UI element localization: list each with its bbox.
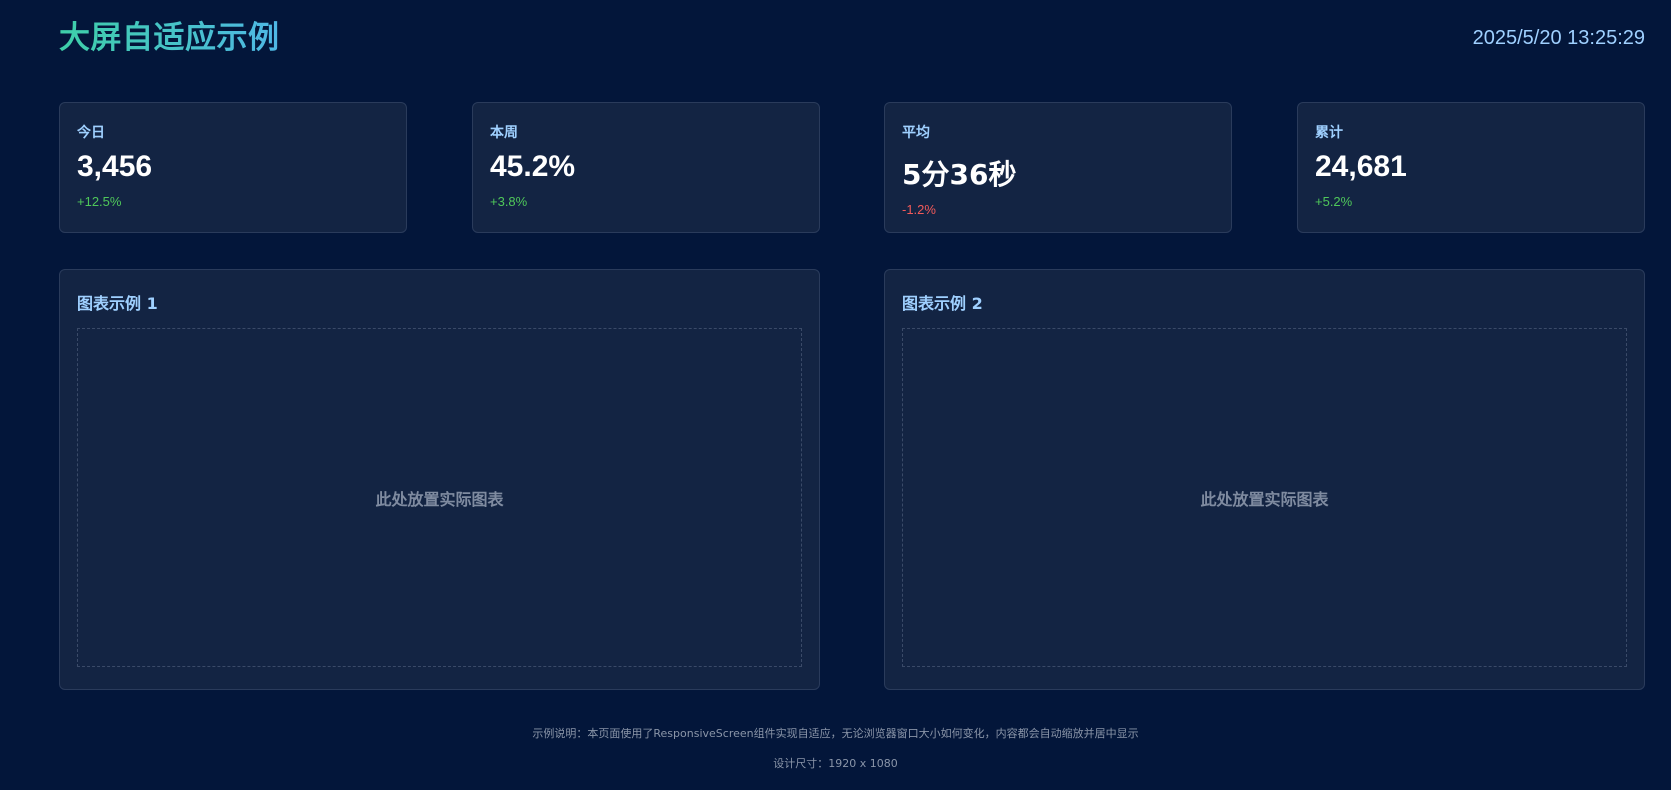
current-datetime: 2025/5/20 13:25:29: [1472, 26, 1645, 49]
stat-card-average: 平均 5分36秒 -1.2%: [884, 102, 1232, 233]
stat-label: 累计: [1315, 125, 1343, 141]
stat-label: 平均: [902, 125, 930, 141]
stat-value: 45.2%: [490, 150, 576, 183]
chart-placeholder-area: 此处放置实际图表: [902, 328, 1627, 667]
chart-panel-2: 图表示例 2 此处放置实际图表: [884, 269, 1645, 690]
page-header: 大屏自适应示例 2025/5/20 13:25:29: [59, 14, 1645, 62]
chart-placeholder-text: 此处放置实际图表: [1200, 489, 1329, 509]
stat-value: 24,681: [1315, 150, 1407, 183]
stat-change: -1.2%: [902, 202, 936, 217]
chart-title: 图表示例 2: [902, 294, 983, 313]
stat-value: 3,456: [77, 150, 153, 183]
stat-value: 5分36秒: [902, 158, 1017, 191]
footer-design-size: 设计尺寸：1920 x 1080: [773, 757, 898, 770]
chart-panel-1: 图表示例 1 此处放置实际图表: [59, 269, 820, 690]
footer-description: 示例说明：本页面使用了ResponsiveScreen组件实现自适应，无论浏览器…: [532, 727, 1139, 740]
stat-label: 本周: [490, 125, 518, 141]
stat-card-total: 累计 24,681 +5.2%: [1297, 102, 1645, 233]
stat-label: 今日: [77, 125, 105, 141]
page-title: 大屏自适应示例: [59, 14, 280, 62]
stat-change: +5.2%: [1315, 194, 1353, 209]
stat-change: +3.8%: [490, 194, 528, 209]
stats-row: 今日 3,456 +12.5% 本周 45.2% +3.8% 平均 5分36秒 …: [59, 102, 1645, 235]
chart-placeholder-area: 此处放置实际图表: [77, 328, 802, 667]
stat-change: +12.5%: [77, 194, 122, 209]
stat-card-today: 今日 3,456 +12.5%: [59, 102, 407, 233]
chart-placeholder-text: 此处放置实际图表: [375, 489, 504, 509]
stat-card-week: 本周 45.2% +3.8%: [472, 102, 820, 233]
chart-title: 图表示例 1: [77, 294, 158, 313]
